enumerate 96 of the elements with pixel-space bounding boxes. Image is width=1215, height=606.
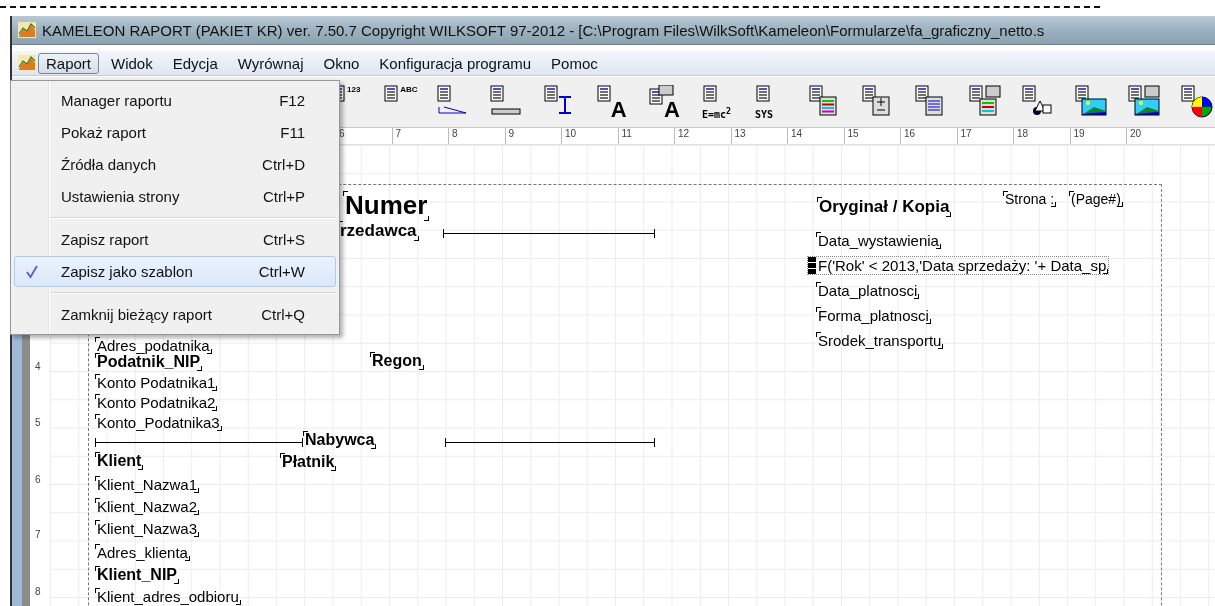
ruler-number: 19	[1069, 128, 1126, 144]
menu-item[interactable]: Wyrównaj	[229, 52, 312, 74]
ruler-number: 12	[674, 128, 731, 144]
menu-item[interactable]: Widok	[103, 52, 161, 74]
ruler-number: 13	[730, 128, 787, 144]
report-field[interactable]: Regon	[370, 352, 424, 371]
menu-label: Manager raportu	[60, 92, 173, 109]
report-element-icon	[542, 85, 572, 114]
report-element-icon	[1020, 85, 1052, 116]
menu-label: Zamknij bieżący raport	[60, 306, 213, 323]
report-field[interactable]: Podatnik_NIP	[95, 353, 203, 372]
ruler-number: 17	[956, 128, 1013, 144]
menu-item[interactable]: Konfiguracja programu	[371, 52, 540, 74]
report-field[interactable]: Strona :	[1003, 191, 1057, 208]
ruler-number: 7	[391, 128, 448, 144]
menu-label: Źródła danych	[60, 156, 158, 173]
report-element-icon	[914, 85, 944, 116]
ruler-number: 4	[35, 361, 41, 372]
dropdown-item[interactable]: Pokaż raport F11	[14, 117, 336, 148]
ruler-number: 8	[448, 128, 505, 144]
toolbar-button[interactable]: A	[648, 83, 684, 121]
report-element-icon	[755, 85, 770, 102]
shortcut-text: Ctrl+W	[258, 263, 306, 280]
report-field[interactable]: Srodek_transportu	[816, 332, 944, 350]
report-field[interactable]: Klient_adres_odbioru	[95, 588, 241, 606]
report-element-icon	[861, 85, 891, 116]
window-title: KAMELEON RAPORT (PAKIET KR) ver. 7.50.7 Copyright WILKSOFT 97-2012 - [C:\Program Files\WilkSoft\Kameleon\Formularze\fa_graficzny_netto.s	[42, 21, 1045, 39]
ruler-number: 6	[35, 474, 41, 485]
report-element-icon	[1126, 85, 1160, 116]
check-icon	[25, 264, 39, 279]
menu-item[interactable]: Raport	[38, 52, 100, 74]
report-field[interactable]: Data_platnosci	[816, 282, 920, 300]
dropdown-item[interactable]: Ustawienia strony Ctrl+P	[14, 181, 336, 212]
shortcut-text: Ctrl+S	[262, 231, 306, 248]
shortcut-text: Ctrl+Q	[261, 306, 306, 323]
ruler-number: 7	[35, 529, 41, 540]
report-element-icon	[967, 85, 1001, 116]
menu-label: Pokaż raport	[60, 124, 148, 141]
toolbar-button[interactable]: E=mc$^{2}$	[701, 83, 737, 121]
report-field[interactable]: Adres_klienta	[95, 544, 190, 562]
app-logo-icon	[18, 22, 36, 38]
ruler-number: 15	[843, 128, 900, 144]
report-field[interactable]: Adres_podatnika	[95, 337, 212, 355]
report-field[interactable]: Nabywca	[303, 431, 377, 450]
report-element-icon	[436, 85, 468, 114]
menu-label: Zapisz jako szablon	[60, 263, 194, 280]
toolbar-button[interactable]: SYS	[755, 83, 791, 121]
dropdown-item[interactable]: Zapisz jako szablon Ctrl+W	[14, 256, 336, 287]
shortcut-text: Ctrl+P	[262, 188, 306, 205]
menu-item[interactable]: Pomoc	[543, 52, 606, 74]
report-element-icon	[595, 85, 611, 102]
dropdown-item[interactable]: Zamknij bieżący raport Ctrl+Q	[14, 299, 336, 330]
report-field[interactable]: Data_wystawienia	[816, 232, 941, 250]
report-field[interactable]: Forma_platnosci	[816, 307, 931, 325]
report-element-icon	[701, 85, 717, 102]
report-field[interactable]: Klient_Nazwa2	[95, 498, 200, 516]
ruler-number: 8	[35, 586, 41, 597]
report-field[interactable]: Oryginał / Kopia	[817, 197, 952, 217]
report-element-icon	[489, 85, 522, 115]
menu-item[interactable]: Edycja	[164, 52, 226, 74]
ruler-number: 11	[617, 128, 674, 144]
ruler-number: 16	[900, 128, 957, 144]
selection-handles[interactable]	[808, 257, 816, 275]
report-field[interactable]: Klient_Nazwa3	[95, 520, 200, 538]
report-field[interactable]: Klient_NIP	[95, 566, 179, 585]
ruler-number: 14	[787, 128, 844, 144]
ruler-number: 10	[561, 128, 618, 144]
report-field[interactable]: Klient_Nazwa1	[95, 476, 200, 494]
report-element-icon	[1073, 85, 1107, 116]
menu-label: Zapisz raport	[60, 231, 150, 248]
ruler-number: 18	[1013, 128, 1070, 144]
menu-label: Ustawienia strony	[60, 188, 181, 205]
toolbar-button[interactable]	[1180, 83, 1215, 121]
report-element-icon	[808, 85, 838, 116]
toolbar-button[interactable]: ABC	[383, 83, 419, 121]
report-field[interactable]: Numer	[343, 191, 430, 221]
report-field[interactable]: rzedawca	[338, 221, 419, 241]
report-element-icon	[383, 85, 399, 102]
dropdown-item[interactable]: Manager raportu F12	[14, 85, 336, 116]
report-field[interactable]: Konto Podatnika2	[95, 394, 218, 412]
toolbar-button[interactable]: A	[595, 83, 631, 121]
ruler-number: 9	[504, 128, 561, 144]
report-field[interactable]: Konto_Podatnika3	[95, 414, 222, 432]
report-field[interactable]: Klient	[95, 452, 144, 471]
dropdown-item[interactable]: Zapisz raport Ctrl+S	[14, 224, 336, 255]
report-field[interactable]: Płatnik	[280, 453, 337, 472]
shortcut-text: F11	[280, 124, 306, 141]
dropdown-item[interactable]: Źródła danych Ctrl+D	[14, 149, 336, 180]
ruler-number: 5	[35, 417, 41, 428]
report-field[interactable]: Konto Podatnika1	[95, 374, 218, 392]
shortcut-text: F12	[279, 92, 306, 109]
report-field[interactable]: (Page#)	[1069, 191, 1123, 208]
menu-item[interactable]: Okno	[315, 52, 368, 74]
shortcut-text: Ctrl+D	[262, 156, 306, 173]
ruler-number: 20	[1126, 128, 1183, 144]
app-logo-icon	[18, 55, 36, 71]
